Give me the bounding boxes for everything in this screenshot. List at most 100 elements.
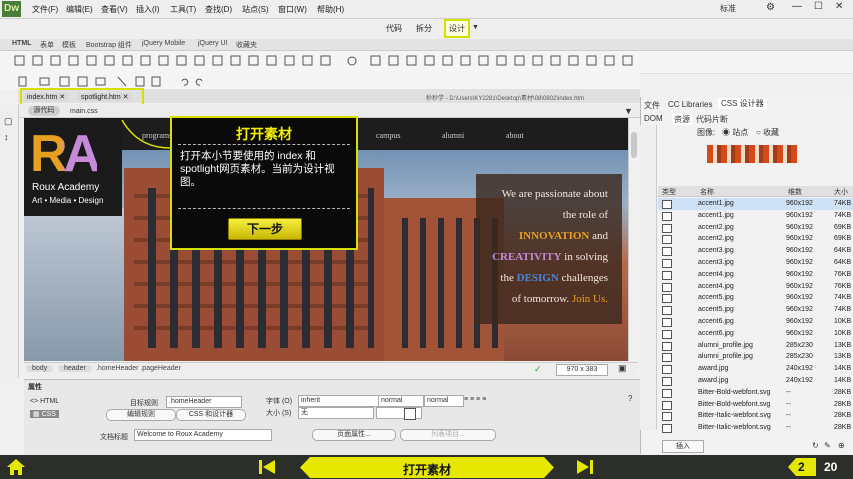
logo-tagline: Art • Media • Design: [32, 196, 104, 205]
asset-row[interactable]: accent5.jpg 960x192 74KB: [658, 304, 853, 316]
asset-dimensions: 285x230: [786, 341, 813, 349]
tab-html[interactable]: HTML: [12, 40, 31, 47]
settings-icon[interactable]: ⚙: [766, 2, 775, 13]
menu-file[interactable]: 文件(F): [32, 4, 58, 15]
home-icon[interactable]: [6, 458, 26, 476]
target-rule-select[interactable]: .homeHeader: [166, 396, 242, 408]
file-icon[interactable]: ▢: [4, 116, 13, 127]
asset-row[interactable]: accent4.jpg 960x192 76KB: [658, 269, 853, 281]
add-favorite-icon[interactable]: ⊕: [838, 441, 845, 450]
tab-favorites[interactable]: 收藏夹: [236, 40, 257, 50]
tab-assets[interactable]: 资源: [672, 114, 692, 125]
radio-favorites[interactable]: ○ 收藏: [756, 127, 779, 138]
doc-title-input[interactable]: Welcome to Roux Academy: [134, 429, 272, 441]
window-size-select[interactable]: 970 x 383: [556, 364, 608, 376]
page-properties-button[interactable]: 页面属性...: [312, 429, 396, 441]
nav-campus[interactable]: campus: [376, 131, 400, 140]
menu-help[interactable]: 帮助(H): [317, 4, 344, 15]
col-name[interactable]: 名称: [700, 187, 714, 197]
size-select[interactable]: 无: [298, 407, 374, 419]
tab-snippets[interactable]: 代码片断: [696, 114, 728, 125]
asset-row[interactable]: Bitter-Italic-webfont.svg -- 28KB: [658, 422, 853, 434]
filter-icon[interactable]: ▼: [624, 106, 633, 116]
col-size[interactable]: 大小: [834, 187, 848, 197]
minimize-icon[interactable]: —: [792, 1, 802, 12]
insert-asset-button[interactable]: 插入: [662, 440, 704, 453]
main-css-link[interactable]: main.css: [70, 108, 98, 115]
css-mode-button[interactable]: ▦ CSS: [30, 410, 59, 418]
edit-rule-button[interactable]: 编辑规则: [106, 409, 176, 421]
menu-site[interactable]: 站点(S): [242, 4, 269, 15]
asset-row[interactable]: award.jpg 240x192 14KB: [658, 375, 853, 387]
menu-insert[interactable]: 插入(I): [136, 4, 160, 15]
asset-row[interactable]: accent2.jpg 960x192 69KB: [658, 222, 853, 234]
maximize-icon[interactable]: ☐: [814, 1, 823, 12]
asset-row[interactable]: Bitter-Bold-webfont.svg -- 28KB: [658, 387, 853, 399]
nav-alumni[interactable]: alumni: [442, 131, 464, 140]
asset-row[interactable]: award.jpg 240x192 14KB: [658, 363, 853, 375]
menu-window[interactable]: 窗口(W): [278, 4, 307, 15]
tab-files[interactable]: 文件: [644, 100, 660, 111]
previous-icon[interactable]: [258, 458, 276, 476]
tab-template[interactable]: 模板: [62, 40, 76, 50]
expand-icon[interactable]: ↕: [4, 132, 9, 142]
close-icon[interactable]: ✕: [835, 1, 843, 12]
heading-icon: [68, 55, 79, 66]
menu-tools[interactable]: 工具(T): [170, 4, 196, 15]
tab-css-designer[interactable]: CSS 设计器: [718, 98, 767, 109]
date-icon: [442, 55, 453, 66]
tab-jquery-ui[interactable]: jQuery UI: [198, 40, 228, 47]
asset-row[interactable]: accent4.jpg 960x192 76KB: [658, 281, 853, 293]
asset-row[interactable]: accent1.jpg 960x192 74KB: [658, 198, 853, 210]
menu-find[interactable]: 查找(D): [205, 4, 232, 15]
asset-row[interactable]: accent1.jpg 960x192 74KB: [658, 210, 853, 222]
next-step-button[interactable]: 下一步: [228, 218, 302, 240]
asset-row[interactable]: accent2.jpg 960x192 69KB: [658, 233, 853, 245]
tab-form[interactable]: 表单: [40, 40, 54, 50]
asset-row[interactable]: accent3.jpg 960x192 64KB: [658, 245, 853, 257]
design-view-button[interactable]: 设计: [444, 19, 470, 38]
font-select[interactable]: inherit: [298, 395, 380, 407]
asset-row[interactable]: accent3.jpg 960x192 64KB: [658, 257, 853, 269]
source-code-button[interactable]: 源代码: [28, 106, 60, 116]
chevron-down-icon[interactable]: ▼: [472, 24, 479, 31]
help-icon[interactable]: ?: [628, 394, 632, 403]
asset-row[interactable]: accent6.jpg 960x192 10KB: [658, 316, 853, 328]
nav-about[interactable]: about: [506, 131, 524, 140]
next-icon[interactable]: [576, 458, 594, 476]
scrollbar-thumb[interactable]: [631, 132, 637, 158]
html-mode-button[interactable]: <> HTML: [30, 398, 59, 405]
canvas-scrollbar[interactable]: [628, 118, 639, 361]
css-designer-button[interactable]: CSS 和设计器: [176, 409, 246, 421]
tab-jquery-mobile[interactable]: jQuery Mobile: [142, 40, 185, 47]
asset-row[interactable]: Bitter-Bold-webfont.svg -- 28KB: [658, 399, 853, 411]
refresh-icon[interactable]: ↻: [812, 441, 819, 450]
font-style-select[interactable]: normal: [424, 395, 464, 407]
col-type[interactable]: 类型: [662, 187, 676, 197]
list-item-button[interactable]: 列表项目...: [400, 429, 496, 441]
tab-dom[interactable]: DOM: [644, 114, 663, 123]
tag-home-header[interactable]: .homeHeader .pageHeader: [90, 365, 187, 372]
tab-bootstrap[interactable]: Bootstrap 组件: [86, 40, 132, 50]
edit-icon[interactable]: ✎: [824, 441, 831, 450]
split-view-button[interactable]: 拆分: [416, 23, 432, 34]
tab-cc-libraries[interactable]: CC Libraries: [668, 100, 712, 109]
color-picker[interactable]: [404, 408, 416, 420]
asset-row[interactable]: Bitter-Italic-webfont.svg -- 28KB: [658, 410, 853, 422]
workspace-switcher[interactable]: 标准: [720, 3, 736, 14]
preview-icon[interactable]: ▣: [618, 363, 627, 374]
tag-header[interactable]: header: [58, 365, 92, 372]
asset-row[interactable]: alumni_profile.jpg 285x230 13KB: [658, 340, 853, 352]
align-icons[interactable]: ≡ ≡ ≡ ≡: [464, 396, 486, 403]
menu-view[interactable]: 查看(V): [101, 4, 128, 15]
new-file-icon: [18, 76, 27, 87]
asset-row[interactable]: accent6.jpg 960x192 10KB: [658, 328, 853, 340]
menu-edit[interactable]: 编辑(E): [66, 4, 93, 15]
tag-body[interactable]: body: [26, 365, 54, 372]
col-dim[interactable]: 维数: [788, 187, 802, 197]
code-view-button[interactable]: 代码: [386, 23, 402, 34]
radio-site[interactable]: ◉ 站点: [722, 127, 748, 138]
asset-row[interactable]: accent5.jpg 960x192 74KB: [658, 292, 853, 304]
asset-row[interactable]: alumni_profile.jpg 285x230 13KB: [658, 351, 853, 363]
font-weight-select[interactable]: normal: [378, 395, 424, 407]
